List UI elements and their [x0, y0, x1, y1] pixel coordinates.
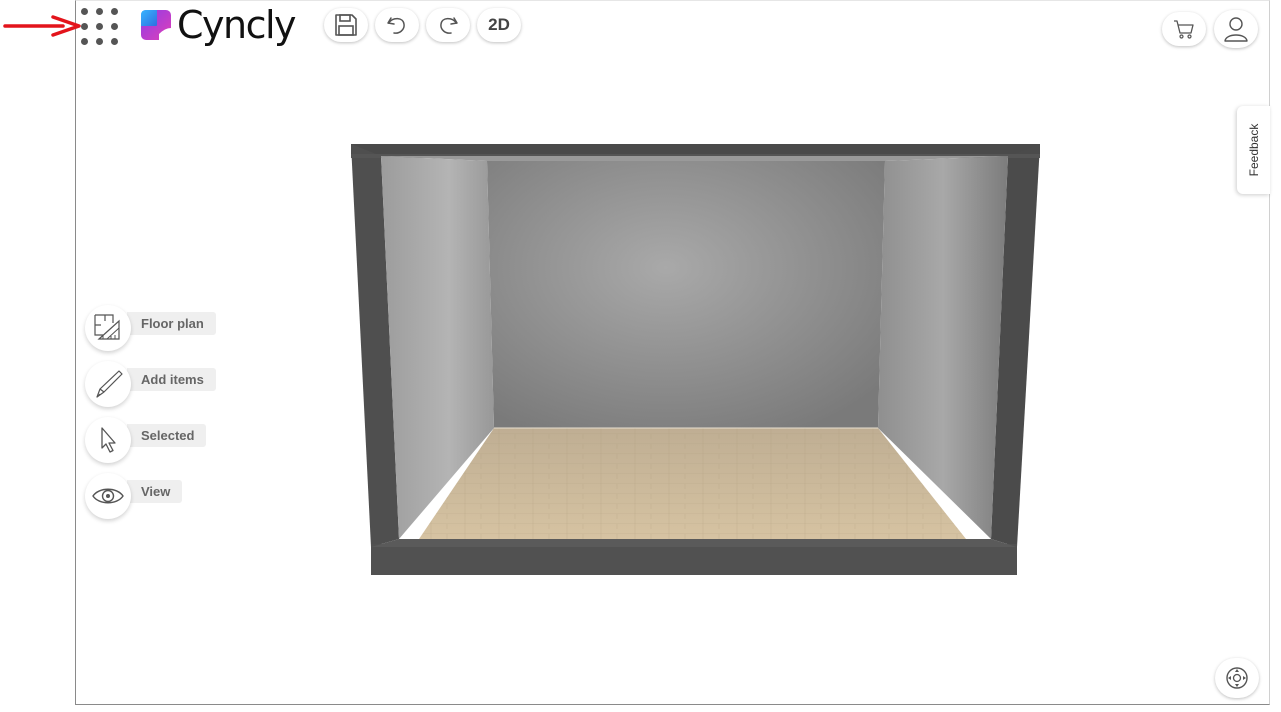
view-mode-2d-button[interactable]: 2D	[477, 8, 521, 42]
cart-icon	[1174, 20, 1194, 39]
cart-button[interactable]	[1162, 12, 1206, 46]
pencil-icon	[96, 370, 123, 398]
user-button[interactable]	[1214, 10, 1258, 48]
side-menu-label: Add items	[127, 367, 216, 391]
eye-icon	[92, 488, 124, 504]
side-menu-view[interactable]: View	[85, 473, 183, 519]
undo-icon	[387, 17, 405, 34]
side-menu-label: View	[127, 479, 183, 503]
room-3d-viewport[interactable]	[351, 144, 1040, 575]
cyncly-logo-mark-icon	[141, 10, 171, 40]
cursor-icon	[101, 427, 116, 453]
side-menu-selected[interactable]: Selected	[85, 417, 207, 463]
redo-icon	[440, 17, 458, 34]
side-menu-label: Selected	[127, 423, 207, 447]
save-icon	[335, 14, 357, 36]
user-icon	[1224, 17, 1248, 42]
brand-name: Cyncly	[177, 3, 297, 47]
annotation-arrow-icon	[3, 15, 81, 37]
floor-plan-icon	[94, 314, 120, 340]
navigation-button[interactable]	[1215, 658, 1259, 698]
side-menu-floor-plan[interactable]: Floor plan	[85, 305, 216, 351]
apps-grid-icon[interactable]	[80, 7, 120, 47]
side-menu-add-items[interactable]: Add items	[85, 361, 216, 407]
feedback-label: Feedback	[1246, 123, 1261, 177]
undo-button[interactable]	[375, 8, 419, 42]
app-root: Cyncly 2D Feedback Floor plan Add items …	[0, 0, 1281, 712]
navigation-icon	[1226, 667, 1248, 689]
redo-button[interactable]	[426, 8, 470, 42]
save-button[interactable]	[324, 8, 368, 42]
cyncly-logo: Cyncly	[140, 3, 297, 47]
feedback-tab[interactable]: Feedback	[1237, 106, 1270, 194]
side-menu-label: Floor plan	[127, 311, 216, 335]
